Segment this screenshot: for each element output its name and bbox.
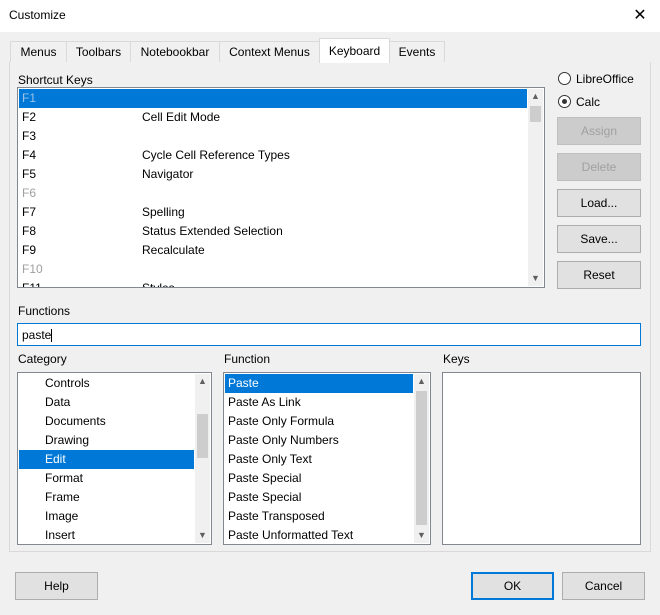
scroll-down-icon[interactable]: ▼ (414, 528, 429, 543)
title-bar (0, 0, 660, 32)
shortcut-key: F7 (22, 205, 37, 219)
text-caret (51, 329, 52, 342)
scroll-thumb[interactable] (530, 106, 541, 122)
shortcut-key: F1 (22, 91, 37, 105)
category-item[interactable]: Controls (45, 374, 194, 393)
scroll-thumb[interactable] (416, 391, 427, 525)
shortcut-command: Cycle Cell Reference Types (142, 148, 290, 162)
function-item[interactable]: Paste Only Numbers (228, 431, 413, 450)
shortcut-key: F2 (22, 110, 37, 124)
shortcut-command: Navigator (142, 167, 194, 181)
category-item[interactable]: Format (45, 469, 194, 488)
shortcut-command: Recalculate (142, 243, 205, 257)
window-title: Customize (9, 8, 66, 22)
category-item[interactable]: Image (45, 507, 194, 526)
function-item[interactable]: Paste Only Text (228, 450, 413, 469)
tab-notebookbar[interactable]: Notebookbar (130, 41, 220, 62)
radio-calc-label: Calc (576, 95, 601, 109)
category-scrollbar[interactable]: ▲ ▼ (195, 374, 210, 543)
category-label: Category (18, 352, 67, 366)
shortcut-row[interactable]: F1 (19, 89, 527, 108)
keys-label: Keys (443, 352, 470, 366)
radio-libreoffice[interactable] (558, 72, 571, 85)
shortcut-command: Styles (142, 281, 175, 288)
shortcut-row[interactable]: F3 (19, 127, 527, 146)
load-button[interactable]: Load... (557, 189, 641, 217)
function-item-selected[interactable]: Paste (225, 374, 413, 393)
function-item[interactable]: Paste Unformatted Text (228, 526, 413, 544)
functions-search-input[interactable]: paste (17, 323, 641, 346)
shortcut-key: F9 (22, 243, 37, 257)
function-item[interactable]: Paste Transposed (228, 507, 413, 526)
shortcut-row[interactable]: F4 Cycle Cell Reference Types (19, 146, 527, 165)
shortcut-key: F11 (22, 281, 42, 288)
scroll-thumb[interactable] (197, 414, 208, 458)
cancel-button[interactable]: Cancel (562, 572, 645, 600)
shortcut-keys-scrollbar[interactable]: ▲ ▼ (528, 89, 543, 286)
delete-button[interactable]: Delete (557, 153, 641, 181)
shortcut-command: Spelling (142, 205, 185, 219)
shortcut-key: F4 (22, 148, 37, 162)
shortcut-key: F6 (22, 186, 37, 200)
function-item-label: Paste (228, 376, 259, 390)
help-button[interactable]: Help (15, 572, 98, 600)
assign-button[interactable]: Assign (557, 117, 641, 145)
shortcut-row[interactable]: F6 (19, 184, 527, 203)
function-list[interactable]: Paste Paste As Link Paste Only Formula P… (223, 372, 431, 545)
scroll-up-icon[interactable]: ▲ (528, 89, 543, 104)
function-scrollbar[interactable]: ▲ ▼ (414, 374, 429, 543)
radio-selected-dot (562, 99, 567, 104)
shortcut-row[interactable]: F7 Spelling (19, 203, 527, 222)
shortcut-key: F3 (22, 129, 37, 143)
scroll-up-icon[interactable]: ▲ (414, 374, 429, 389)
shortcut-command: Status Extended Selection (142, 224, 283, 238)
tab-menus[interactable]: Menus (10, 41, 67, 62)
category-item[interactable]: Frame (45, 488, 194, 507)
shortcut-row[interactable]: F9 Recalculate (19, 241, 527, 260)
tab-keyboard[interactable]: Keyboard (319, 38, 390, 63)
category-item[interactable]: Documents (45, 412, 194, 431)
shortcut-command: Cell Edit Mode (142, 110, 221, 124)
scroll-down-icon[interactable]: ▼ (195, 528, 210, 543)
shortcut-key: F10 (22, 262, 43, 276)
radio-calc[interactable] (558, 95, 571, 108)
category-item[interactable]: Insert (45, 526, 194, 544)
function-label: Function (224, 352, 271, 366)
shortcut-row[interactable]: F10 (19, 260, 527, 279)
function-item[interactable]: Paste Only Formula (228, 412, 413, 431)
shortcut-keys-label: Shortcut Keys (18, 73, 93, 87)
keys-list[interactable] (442, 372, 641, 545)
functions-label: Functions (18, 304, 71, 318)
shortcut-keys-list[interactable]: F1 F2 Cell Edit Mode F3 F4 Cycle Cell Re… (17, 87, 545, 288)
tab-toolbars[interactable]: Toolbars (66, 41, 131, 62)
tab-events[interactable]: Events (389, 41, 445, 62)
category-list[interactable]: Controls Data Documents Drawing Edit For… (17, 372, 212, 545)
save-button[interactable]: Save... (557, 225, 641, 253)
category-item[interactable]: Drawing (45, 431, 194, 450)
category-item[interactable]: Data (45, 393, 194, 412)
functions-search-value: paste (22, 328, 52, 342)
function-item[interactable]: Paste As Link (228, 393, 413, 412)
shortcut-row[interactable]: F11 Styles (19, 279, 527, 288)
shortcut-key: F8 (22, 224, 37, 238)
category-item-label: Edit (45, 452, 66, 466)
ok-button[interactable]: OK (471, 572, 554, 600)
shortcut-row[interactable]: F2 Cell Edit Mode (19, 108, 527, 127)
scroll-up-icon[interactable]: ▲ (195, 374, 210, 389)
radio-libreoffice-label: LibreOffice (576, 72, 634, 86)
scroll-down-icon[interactable]: ▼ (528, 271, 543, 286)
shortcut-row[interactable]: F5 Navigator (19, 165, 527, 184)
close-icon[interactable]: ✕ (628, 4, 652, 28)
tab-context-menus[interactable]: Context Menus (219, 41, 320, 62)
function-item[interactable]: Paste Special (228, 469, 413, 488)
reset-button[interactable]: Reset (557, 261, 641, 289)
function-item[interactable]: Paste Special (228, 488, 413, 507)
shortcut-row[interactable]: F8 Status Extended Selection (19, 222, 527, 241)
category-item-selected[interactable]: Edit (19, 450, 194, 469)
shortcut-key: F5 (22, 167, 37, 181)
